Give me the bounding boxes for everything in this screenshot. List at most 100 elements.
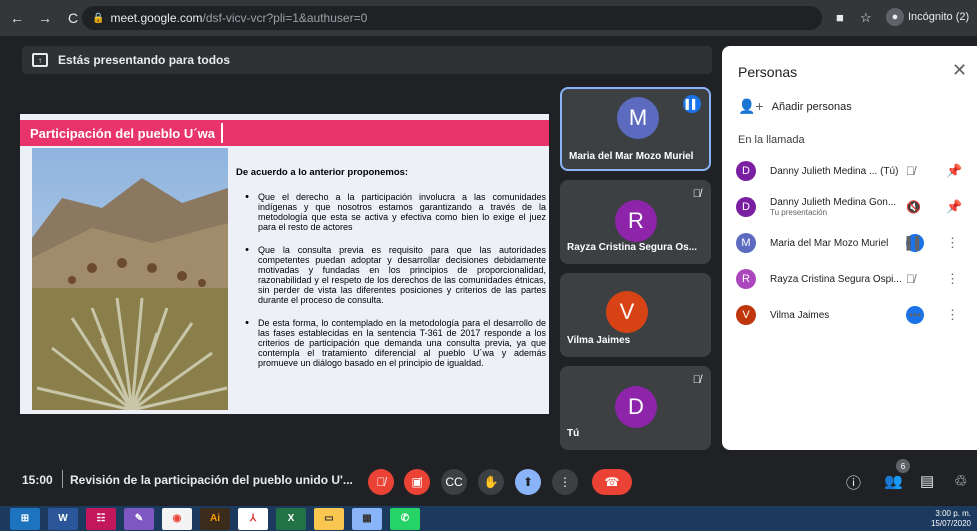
star-icon[interactable]: ☆ [860, 10, 872, 26]
forward-icon[interactable]: → [34, 7, 56, 29]
avatar: D [736, 161, 756, 181]
slide-title: Participación del pueblo U´wa [30, 125, 215, 141]
pin-icon[interactable]: 📌 [946, 199, 962, 215]
incognito-label: Incógnito (2) [908, 11, 970, 23]
incognito-profile[interactable]: ● Incógnito (2) [886, 8, 969, 26]
info-icon[interactable]: ⓘ [846, 472, 861, 493]
title-cursor [220, 123, 223, 143]
participant-row[interactable]: R Rayza Cristina Segura Ospi... 🎙̸ ⋮ [736, 264, 966, 294]
word-icon[interactable]: W [48, 507, 78, 530]
bullet-dot: • [245, 244, 249, 256]
hang-up-button[interactable]: ☎ [592, 469, 632, 495]
participant-row[interactable]: D Danny Julieth Medina Gon... Tu presenta… [736, 192, 966, 222]
participant-row[interactable]: M Maria del Mar Mozo Muriel ▌▌ ⋮ [736, 228, 966, 258]
slide-bullet: • Que el derecho a la participación invol… [236, 191, 546, 233]
pin-icon[interactable]: 📌 [946, 163, 962, 179]
participant-name: Danny Julieth Medina ... (Tú) [770, 165, 899, 177]
participant-name: Maria del Mar Mozo Muriel [770, 237, 889, 249]
browser-toolbar: ← → C 🔒 meet.google.com/dsf-vicv-vcr?pli… [0, 0, 977, 36]
participant-name: Vilma Jaimes [567, 335, 631, 346]
bullet-dot: • [245, 191, 249, 203]
start-icon[interactable]: ⊞ [10, 507, 40, 530]
chrome-icon[interactable]: ◉ [162, 507, 192, 530]
raise-hand-button[interactable]: ✋ [478, 469, 504, 495]
address-bar[interactable]: 🔒 meet.google.com/dsf-vicv-vcr?pli=1&aut… [82, 6, 822, 30]
folder-icon[interactable]: ▭ [314, 507, 344, 530]
avatar: M [617, 97, 659, 139]
speaking-icon: ▌▌ [906, 234, 924, 252]
captions-button[interactable]: CC [441, 469, 467, 495]
more-options-icon[interactable]: ⋮ [946, 307, 959, 323]
participant-name: Vilma Jaimes [770, 309, 830, 321]
camera-icon[interactable]: ■ [836, 10, 844, 25]
participant-tile[interactable]: 🎙̸ R Rayza Cristina Segura Os... [560, 180, 711, 264]
chat-icon[interactable]: ▤ [920, 472, 934, 490]
mic-off-button[interactable]: 🎙̸ [368, 469, 394, 495]
illustrator-icon[interactable]: Ai [200, 507, 230, 530]
incognito-icon: ● [886, 8, 904, 26]
slide-body: De acuerdo a lo anterior proponemos: • Qu… [236, 168, 546, 381]
participant-row[interactable]: D Danny Julieth Medina ... (Tú) 🎙̸ 📌 [736, 156, 966, 186]
mic-off-icon: 🎙̸ [692, 374, 701, 386]
add-people-button[interactable]: 👤+ Añadir personas [738, 98, 852, 115]
bullet-text: De esta forma, lo contemplado en la meto… [258, 318, 546, 368]
bullet-dot: • [245, 317, 249, 329]
system-clock[interactable]: 3:00 p. m. 15/07/2020 [931, 509, 971, 529]
slide-bullet: • De esta forma, lo contemplado en la met… [236, 317, 546, 369]
people-panel: Personas ✕ 👤+ Añadir personas En la llam… [722, 46, 977, 450]
present-button[interactable]: ⬆ [515, 469, 541, 495]
clock-time: 3:00 p. m. [935, 509, 971, 518]
activities-icon[interactable]: ♲ [954, 472, 967, 490]
avatar: R [736, 269, 756, 289]
url-host: meet.google.com [110, 11, 203, 25]
bullet-text: Que la consulta previa es requisito para… [258, 245, 546, 305]
people-icon[interactable]: 👥 [884, 472, 903, 490]
clock-date: 15/07/2020 [930, 519, 971, 528]
presentation-slide: Participación del pueblo U´wa De acuerdo… [20, 114, 549, 414]
acrobat-icon[interactable]: ⅄ [238, 507, 268, 530]
back-icon[interactable]: ← [6, 7, 28, 29]
presenting-banner: ↑ Estás presentando para todos [22, 46, 712, 74]
panel-title: Personas [738, 64, 798, 80]
slide-bullet: • Que la consulta previa es requisito par… [236, 244, 546, 306]
meeting-controls: 15:00 Revisión de la participación del p… [0, 456, 977, 506]
close-icon[interactable]: ✕ [952, 60, 967, 81]
avatar: D [736, 197, 756, 217]
people-count-badge: 6 [896, 459, 910, 473]
avatar: V [606, 291, 648, 333]
participant-tile[interactable]: 🎙̸ D Tú [560, 366, 711, 450]
add-person-icon: 👤+ [738, 98, 764, 114]
whatsapp-icon[interactable]: ✆ [390, 507, 420, 530]
excel-icon[interactable]: X [276, 507, 306, 530]
participant-row[interactable]: V Vilma Jaimes ••• ⋮ [736, 300, 966, 330]
more-options-icon[interactable]: ⋮ [946, 235, 959, 251]
app-icon[interactable]: ✎ [124, 507, 154, 530]
in-call-heading: En la llamada [738, 134, 805, 146]
audio-off-icon: 🔇 [906, 200, 921, 214]
present-icon: ↑ [32, 53, 48, 67]
slide-intro: De acuerdo a lo anterior proponemos: [236, 167, 409, 178]
participant-tile[interactable]: ▌▌ M Maria del Mar Mozo Muriel [560, 87, 711, 171]
presenting-text: Estás presentando para todos [58, 53, 231, 67]
frailejon-photo [32, 148, 228, 410]
mic-off-icon: 🎙̸ [906, 272, 915, 286]
app-icon[interactable]: ☷ [86, 507, 116, 530]
add-people-label: Añadir personas [771, 100, 852, 113]
participant-name: Rayza Cristina Segura Ospi... [770, 273, 902, 285]
reload-icon[interactable]: C [62, 7, 84, 29]
speaking-icon: ▌▌ [683, 95, 701, 113]
avatar: M [736, 233, 756, 253]
avatar: R [615, 200, 657, 242]
lock-icon: 🔒 [92, 12, 105, 24]
more-options-icon[interactable]: ⋮ [946, 271, 959, 287]
divider [62, 470, 63, 488]
avatar: D [615, 386, 657, 428]
participant-name: Rayza Cristina Segura Os... [567, 242, 698, 253]
more-options-button[interactable]: ⋮ [552, 469, 578, 495]
participant-tile[interactable]: V Vilma Jaimes [560, 273, 711, 357]
meeting-title: Revisión de la participación del pueblo … [70, 473, 353, 487]
avatar: V [736, 305, 756, 325]
calculator-icon[interactable]: ▦ [352, 507, 382, 530]
slide-header: Participación del pueblo U´wa [20, 120, 549, 146]
camera-off-button[interactable]: ▣̸ [404, 469, 430, 495]
